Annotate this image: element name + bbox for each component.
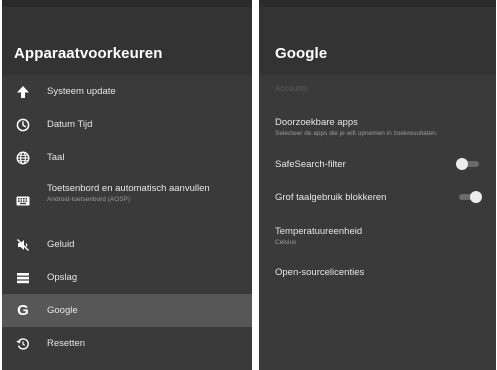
safesearch-filter-label: SafeSearch-filter xyxy=(275,159,346,170)
toggle-thumb xyxy=(470,191,482,203)
device-preferences-panel: Apparaatvoorkeuren Systeem update Datum … xyxy=(2,7,252,370)
block-offensive-words-item[interactable]: Grof taalgebruik blokkeren xyxy=(275,192,484,203)
keyboard-icon xyxy=(15,193,31,209)
searchable-apps-item[interactable]: Doorzoekbare apps Selecteer de apps die … xyxy=(275,117,484,138)
menu-item-label: Toetsenbord en automatisch aanvullen And… xyxy=(47,183,244,205)
google-settings-title: Google xyxy=(275,45,328,62)
keyboard-sublabel: Android-toetsenbord (AOSP) xyxy=(47,196,131,203)
toggle-thumb xyxy=(456,158,468,170)
menu-item-sound[interactable]: Geluid xyxy=(2,228,252,261)
arrow-up-icon xyxy=(15,84,31,100)
menu-item-label: Opslag xyxy=(47,272,78,283)
keyboard-title: Toetsenbord en automatisch aanvullen xyxy=(47,183,210,194)
menu-item-label: Resetten xyxy=(47,338,86,349)
temperature-unit-value: Celsius xyxy=(275,239,297,246)
reset-icon xyxy=(15,336,31,352)
google-settings-header: Google xyxy=(259,7,496,75)
menu-item-date-time[interactable]: Datum Tijd xyxy=(2,108,252,141)
top-bar-left xyxy=(2,0,252,7)
safesearch-toggle[interactable] xyxy=(456,158,482,170)
sound-off-icon xyxy=(15,237,31,253)
storage-icon xyxy=(15,270,31,286)
safesearch-filter-item[interactable]: SafeSearch-filter xyxy=(275,159,484,170)
menu-item-label: Google xyxy=(47,305,78,316)
menu-item-keyboard[interactable]: Toetsenbord en automatisch aanvullen And… xyxy=(2,174,252,228)
device-preferences-title: Apparaatvoorkeuren xyxy=(14,45,163,62)
open-source-licenses-label: Open-sourcelicenties xyxy=(275,267,365,278)
menu-item-system-update[interactable]: Systeem update xyxy=(2,75,252,108)
temperature-unit-item[interactable]: Temperatuureenheid Celsius xyxy=(275,226,484,247)
menu-item-label: Taal xyxy=(47,152,65,163)
menu-item-google[interactable]: G Google xyxy=(2,294,252,327)
globe-icon xyxy=(15,150,31,166)
menu-item-language[interactable]: Taal xyxy=(2,141,252,174)
temperature-unit-label: Temperatuureenheid xyxy=(275,226,363,237)
menu-item-storage[interactable]: Opslag xyxy=(2,261,252,294)
google-icon: G xyxy=(17,302,29,319)
menu-item-label: Systeem update xyxy=(47,86,116,97)
block-offensive-words-label: Grof taalgebruik blokkeren xyxy=(275,192,387,203)
searchable-apps-label: Doorzoekbare apps xyxy=(275,117,358,128)
open-source-licenses-item[interactable]: Open-sourcelicenties xyxy=(275,267,484,278)
device-preferences-header: Apparaatvoorkeuren xyxy=(2,7,252,75)
menu-item-label: Datum Tijd xyxy=(47,119,93,130)
menu-item-label: Geluid xyxy=(47,239,75,250)
accounts-section-label: Accounts xyxy=(275,84,308,93)
block-offensive-words-toggle[interactable] xyxy=(456,191,482,203)
menu-item-reset[interactable]: Resetten xyxy=(2,327,252,360)
google-settings-panel: Google Accounts Doorzoekbare apps Select… xyxy=(259,7,496,370)
searchable-apps-sublabel: Selecteer de apps die je wilt opnemen in… xyxy=(275,130,438,137)
clock-icon xyxy=(15,117,31,133)
top-bar-right xyxy=(259,0,496,7)
